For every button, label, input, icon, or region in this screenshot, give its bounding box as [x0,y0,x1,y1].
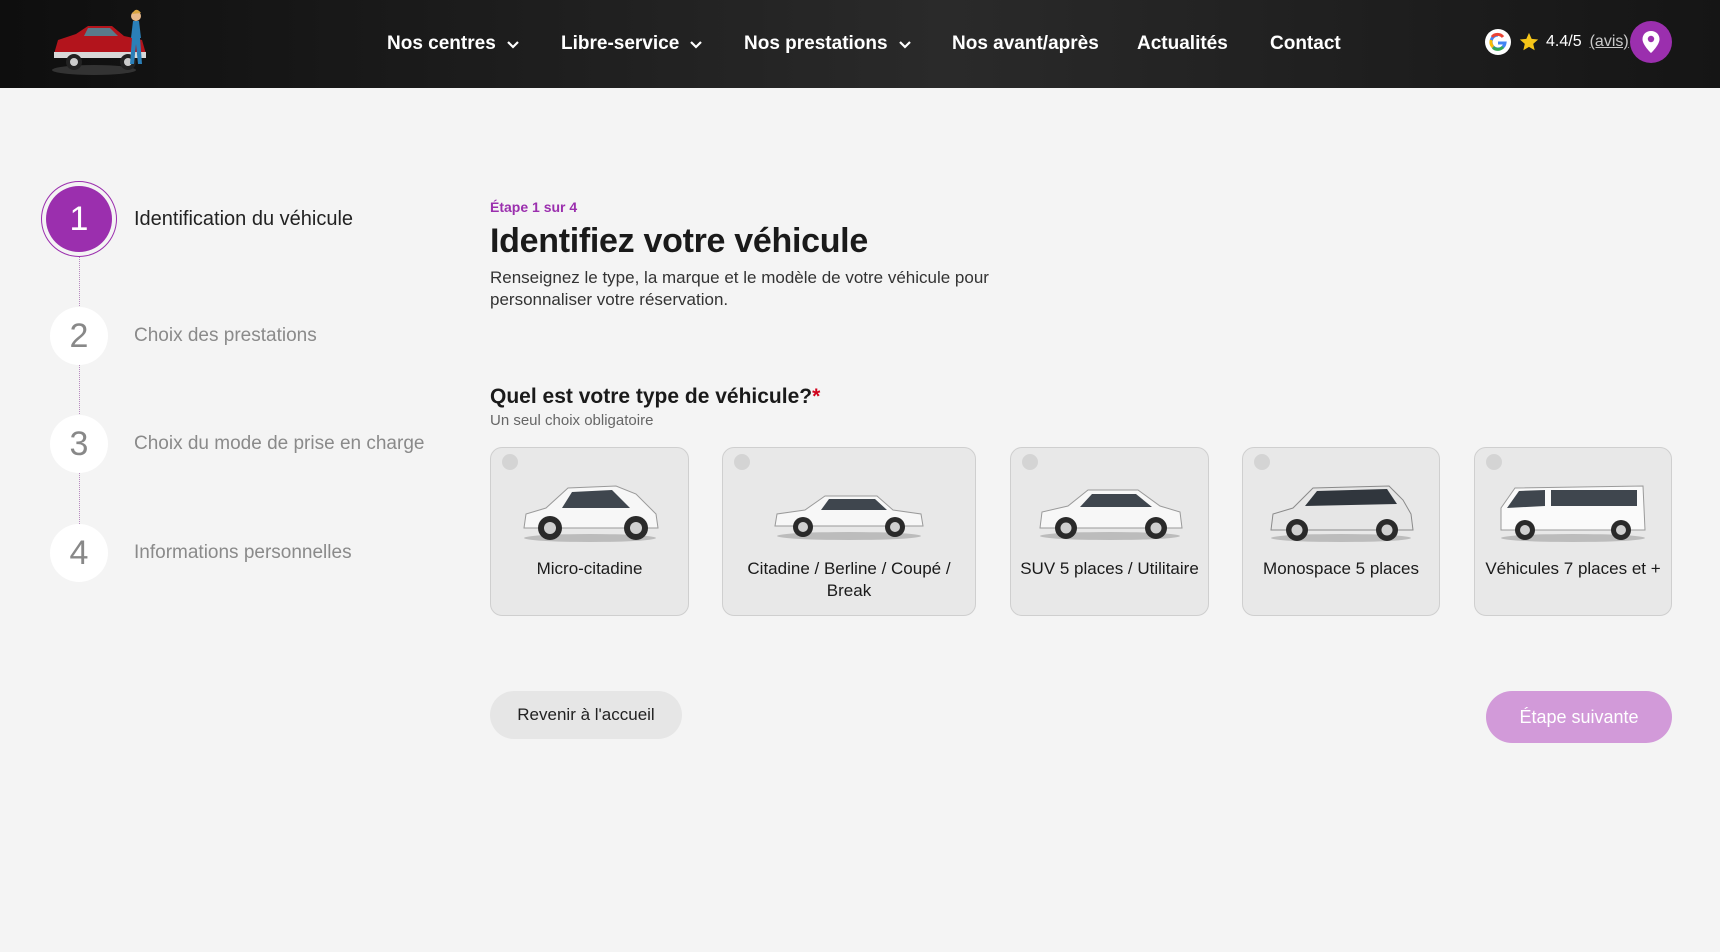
radio-button[interactable] [1486,454,1502,470]
nav-libre-service[interactable]: Libre-service [561,33,703,55]
nav-label: Nos avant/après [952,33,1099,54]
question-hint: Un seul choix obligatoire [490,412,654,429]
nav-nos-centres[interactable]: Nos centres [387,33,520,55]
nav-label: Libre-service [561,33,680,54]
step-number: 3 [50,415,108,473]
vehicle-option-label: Véhicules 7 places et + [1485,559,1661,578]
radio-button[interactable] [1254,454,1270,470]
page-description: Renseignez le type, la marque et le modè… [490,268,989,309]
nav-label: Contact [1270,33,1341,54]
step-4: 4 Informations personnelles [38,524,352,582]
step-number: 4 [50,524,108,582]
required-mark: * [812,385,821,408]
step-label: Choix des prestations [134,325,317,346]
vehicle-option-monospace[interactable]: Monospace 5 places [1242,447,1440,616]
rating-score: 4.4/5 [1546,33,1582,50]
nav-nos-prestations[interactable]: Nos prestations [744,33,912,55]
step-indicator: Étape 1 sur 4 [490,199,578,215]
vehicle-option-micro-citadine[interactable]: Micro-citadine [490,447,689,616]
vehicle-option-label: Micro-citadine [536,559,643,578]
step-2: 2 Choix des prestations [38,307,317,365]
google-rating: 4.4/5 (avis) [1484,26,1629,58]
vehicle-option-7-places[interactable]: Véhicules 7 places et + [1474,447,1672,616]
vehicle-option-label: SUV 5 places / Utilitaire [1020,559,1199,578]
steps-connector [79,226,80,546]
vehicle-option-suv[interactable]: SUV 5 places / Utilitaire [1010,447,1209,616]
step-number: 2 [50,307,108,365]
google-icon [1485,29,1511,55]
nav-contact[interactable]: Contact [1270,33,1341,55]
next-step-button[interactable]: Étape suivante [1486,691,1672,743]
vehicle-type-question: Quel est votre type de véhicule?* [490,385,820,409]
step-number: 1 [46,186,112,252]
chevron-down-icon [898,41,911,49]
site-header: Nos centres Libre-service Nos prestation… [0,0,1720,88]
radio-button[interactable] [734,454,750,470]
van-icon [1500,485,1646,542]
nav-label: Nos centres [387,33,496,54]
nav-actualites[interactable]: Actualités [1137,33,1228,55]
nav-label: Nos prestations [744,33,888,54]
nav-label: Actualités [1137,33,1228,54]
radio-button[interactable] [1022,454,1038,470]
page-title: Identifiez votre véhicule [490,222,868,260]
location-button[interactable] [1630,21,1672,63]
star-icon [1519,32,1539,51]
step-label: Choix du mode de prise en charge [134,433,425,454]
radio-button[interactable] [502,454,518,470]
vehicle-option-label: Monospace 5 places [1263,559,1419,578]
reviews-link[interactable]: (avis) [1590,33,1629,51]
back-to-home-button[interactable]: Revenir à l'accueil [490,691,682,739]
step-label: Identification du véhicule [134,208,354,230]
map-pin-icon [1642,31,1660,53]
sedan-icon [774,495,924,540]
question-text: Quel est votre type de véhicule? [490,385,813,408]
progress-steps: 1 Identification du véhicule 2 Choix des… [38,186,458,586]
vehicle-option-citadine-berline[interactable]: Citadine / Berline / Coupé / Break [722,447,976,616]
chevron-down-icon [507,41,519,49]
nav-avant-apres[interactable]: Nos avant/après [952,33,1099,55]
vehicle-option-label: Citadine / Berline / Coupé / Break [747,559,951,600]
step-1: 1 Identification du véhicule [38,186,353,252]
step-label: Informations personnelles [134,542,352,563]
suv-icon [1038,489,1183,540]
minivan-icon [1270,485,1414,542]
micro-car-icon [522,485,659,542]
step-3: 3 Choix du mode de prise en charge [38,415,424,473]
logo-icon[interactable] [48,4,154,82]
chevron-down-icon [690,41,703,49]
